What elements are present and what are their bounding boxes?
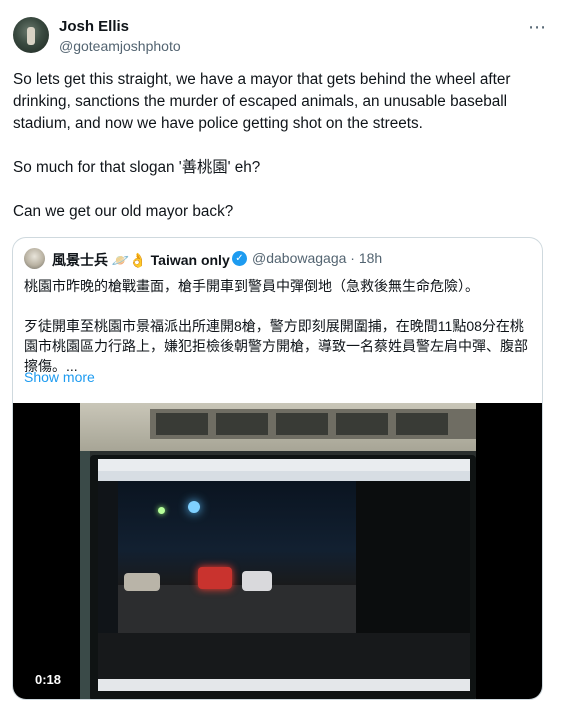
dashcam-car (124, 573, 160, 591)
quoted-tweet-text: 桃園市昨晚的槍戰畫面，槍手開車到警員中彈倒地（急救後無生命危險）。 歹徒開車至桃… (24, 276, 532, 376)
video-screen-taskbar (98, 679, 470, 691)
quoted-tweet[interactable]: 風景士兵 🪐👌 Taiwan only ✓ @dabowagaga · 18h … (12, 237, 543, 700)
author-handle[interactable]: @goteamjoshphoto (59, 38, 181, 54)
quoted-tweet-header: 風景士兵 🪐👌 Taiwan only ✓ @dabowagaga · 18h (24, 248, 532, 270)
more-options-icon[interactable]: ⋯ (528, 17, 547, 38)
verified-badge-icon: ✓ (232, 251, 247, 266)
tweet-paragraph-2: So much for that slogan '善桃園' eh? (13, 159, 261, 176)
video-left-wall (80, 451, 90, 699)
quoted-author-avatar[interactable] (24, 248, 45, 269)
dashcam-streetlight (158, 507, 165, 514)
dashcam-car (198, 567, 232, 589)
dashcam-view (118, 481, 356, 633)
dashcam-car (242, 571, 272, 591)
video-frame (80, 403, 476, 699)
video-windows (150, 409, 476, 439)
tweet-text: So lets get this straight, we have a may… (13, 69, 548, 245)
show-more-link[interactable]: Show more (24, 369, 95, 385)
quoted-author-name[interactable]: 風景士兵 🪐👌 Taiwan only (52, 250, 230, 270)
video-screen-titlebar (98, 459, 470, 471)
tweet-paragraph-3: Can we get our old mayor back? (13, 203, 234, 220)
video-screen-toolbar (98, 471, 470, 481)
video-monitor-screen (98, 459, 470, 691)
tweet-header: Josh Ellis @goteamjoshphoto ⋯ (13, 15, 547, 59)
author-name[interactable]: Josh Ellis (59, 18, 129, 35)
video-timestamp: 0:18 (29, 670, 68, 689)
tweet-paragraph-1: So lets get this straight, we have a may… (13, 71, 511, 132)
dashcam-side-view (356, 481, 470, 633)
video-player[interactable]: 0:18 (13, 403, 542, 699)
dashcam-road (118, 585, 356, 633)
quoted-author-handle-time[interactable]: @dabowagaga · 18h (252, 250, 382, 266)
dashcam-streetlight (188, 501, 200, 513)
quoted-paragraph-1: 桃園市昨晚的槍戰畫面，槍手開車到警員中彈倒地（急救後無生命危險）。 (24, 278, 479, 294)
quoted-paragraph-2: 歹徒開車至桃園市景福派出所連開8槍，警方即刻展開圍捕，在晚間11點08分在桃園市… (24, 318, 528, 374)
video-monitor (90, 455, 476, 699)
dashcam-dashboard (98, 633, 470, 679)
author-avatar[interactable] (13, 17, 49, 53)
